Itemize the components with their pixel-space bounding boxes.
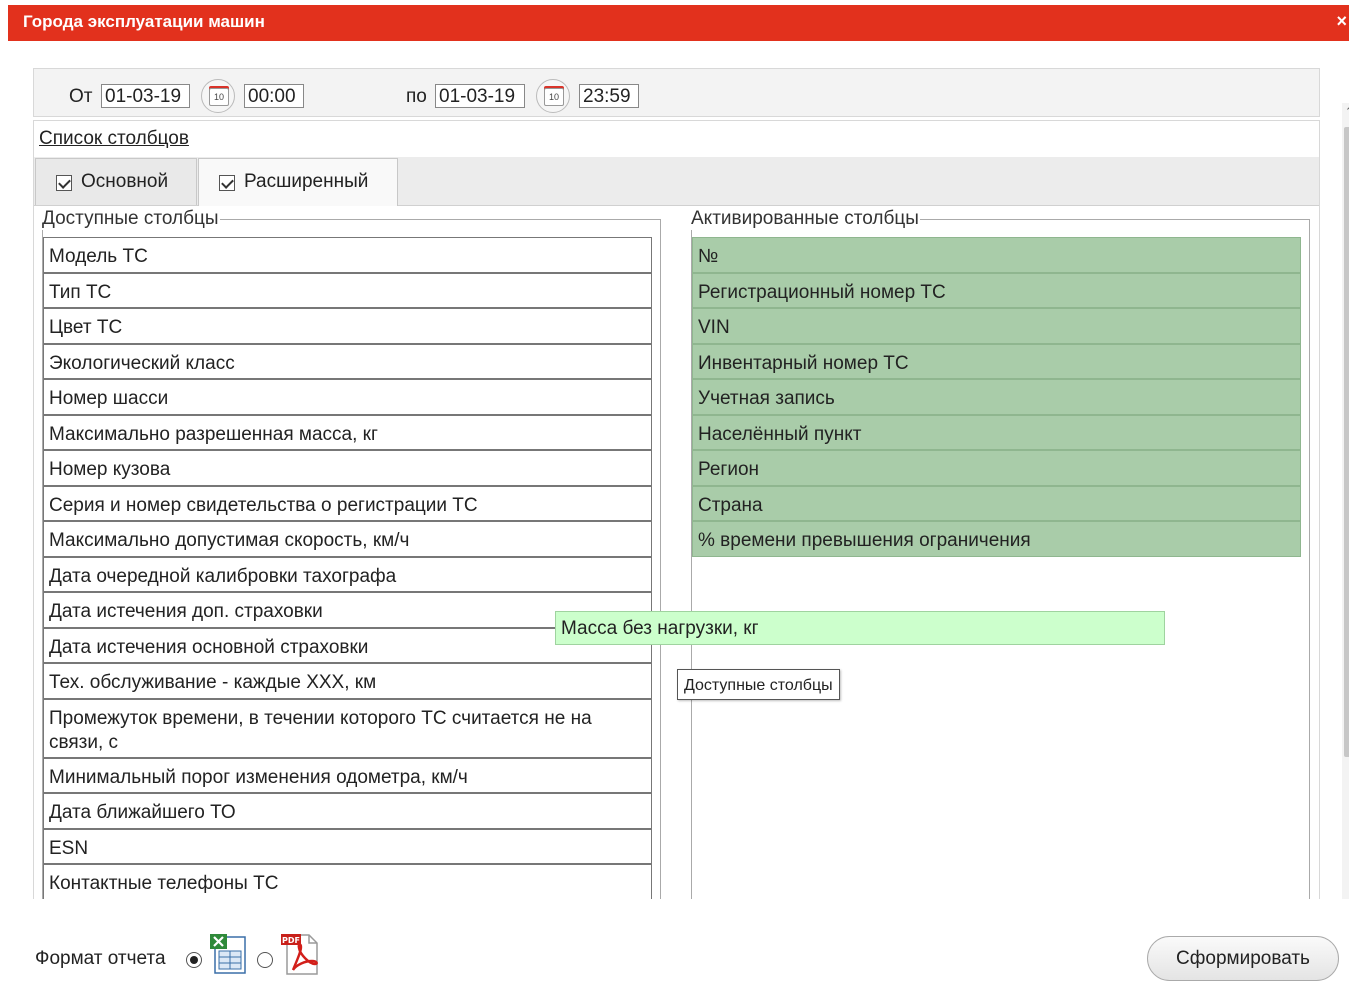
available-column-item[interactable]: Номер шасси [43, 379, 652, 415]
activated-column-item[interactable]: № [692, 237, 1301, 273]
column-tabs: Основной Расширенный [34, 157, 1319, 206]
available-column-item[interactable]: Тех. обслуживание - каждые XXX, км [43, 663, 652, 699]
format-pdf-radio[interactable] [257, 952, 273, 968]
column-list-link[interactable]: Список столбцов [39, 128, 189, 150]
available-columns-legend: Доступные столбцы [42, 208, 219, 229]
activated-column-item[interactable]: Регистрационный номер ТС [692, 272, 1301, 308]
tab-extended-label: Расширенный [244, 171, 369, 192]
to-calendar-icon[interactable]: 10 [536, 79, 570, 113]
dialog-body: От 01-03-19 10 00:00 по 01-03-19 10 23:5… [8, 41, 1349, 899]
activated-column-item[interactable]: Страна [692, 485, 1301, 521]
footer-bar: Формат отчета PDF Сформировать [0, 899, 1349, 985]
available-column-item[interactable]: Максимально допустимая скорость, км/ч [43, 521, 652, 557]
dragged-column-item[interactable]: Масса без нагрузки, кг [555, 611, 1165, 645]
tab-extended[interactable]: Расширенный [198, 158, 398, 206]
checkbox-checked-icon[interactable] [56, 175, 72, 191]
activated-columns-legend: Активированные столбцы [691, 208, 919, 229]
svg-text:PDF: PDF [282, 936, 300, 945]
available-column-item[interactable]: ESN [43, 828, 652, 864]
from-calendar-icon[interactable]: 10 [201, 79, 235, 113]
available-column-item[interactable]: Тип ТС [43, 272, 652, 308]
report-format-label: Формат отчета [35, 948, 166, 969]
activated-column-item[interactable]: Регион [692, 450, 1301, 486]
to-time-input[interactable]: 23:59 [579, 84, 639, 108]
activated-column-item[interactable]: VIN [692, 308, 1301, 344]
available-column-item[interactable]: Серия и номер свидетельства о регистраци… [43, 485, 652, 521]
columns-panel: Список столбцов Основной Расширенный Дос… [33, 120, 1320, 899]
window-titlebar: Города эксплуатации машин × [8, 5, 1349, 41]
window-title: Города эксплуатации машин [23, 12, 265, 31]
scroll-up-icon[interactable]: ⌃ [1342, 103, 1349, 121]
available-column-item[interactable]: Промежуток времени, в течении которого Т… [43, 698, 652, 758]
activated-column-item[interactable]: Учетная запись [692, 379, 1301, 415]
activated-column-item[interactable]: Инвентарный номер ТС [692, 343, 1301, 379]
available-column-item[interactable]: Минимальный порог изменения одометра, км… [43, 757, 652, 793]
excel-file-icon [210, 934, 246, 974]
available-column-item[interactable]: Модель ТС [43, 237, 652, 273]
date-range-bar: От 01-03-19 10 00:00 по 01-03-19 10 23:5… [33, 68, 1320, 117]
to-date-input[interactable]: 01-03-19 [435, 84, 525, 108]
from-date-input[interactable]: 01-03-19 [101, 84, 190, 108]
available-column-item[interactable]: Цвет ТС [43, 308, 652, 344]
available-column-item[interactable]: Контактные телефоны ТС [43, 864, 652, 899]
drop-target-tooltip: Доступные столбцы [677, 669, 840, 700]
from-label: От [69, 86, 93, 107]
activated-column-item[interactable]: % времени превышения ограничения [692, 521, 1301, 557]
close-icon[interactable]: × [1336, 11, 1347, 32]
to-label: по [406, 86, 427, 107]
vertical-scrollbar[interactable]: ⌃ ⌄ [1342, 103, 1349, 899]
generate-report-button[interactable]: Сформировать [1147, 936, 1339, 981]
available-column-item[interactable]: Максимально разрешенная масса, кг [43, 414, 652, 450]
from-time-input[interactable]: 00:00 [244, 84, 304, 108]
available-column-item[interactable]: Экологический класс [43, 343, 652, 379]
scroll-thumb[interactable] [1344, 127, 1349, 757]
checkbox-checked-icon[interactable] [219, 175, 235, 191]
available-column-item[interactable]: Дата ближайшего ТО [43, 793, 652, 829]
activated-column-item[interactable]: Населённый пункт [692, 414, 1301, 450]
format-xls-radio[interactable] [186, 952, 202, 968]
tab-basic-label: Основной [81, 171, 169, 192]
available-column-item[interactable]: Номер кузова [43, 450, 652, 486]
tab-basic[interactable]: Основной [35, 158, 197, 205]
available-column-item[interactable]: Дата очередной калибровки тахографа [43, 556, 652, 592]
pdf-file-icon: PDF [281, 934, 318, 975]
